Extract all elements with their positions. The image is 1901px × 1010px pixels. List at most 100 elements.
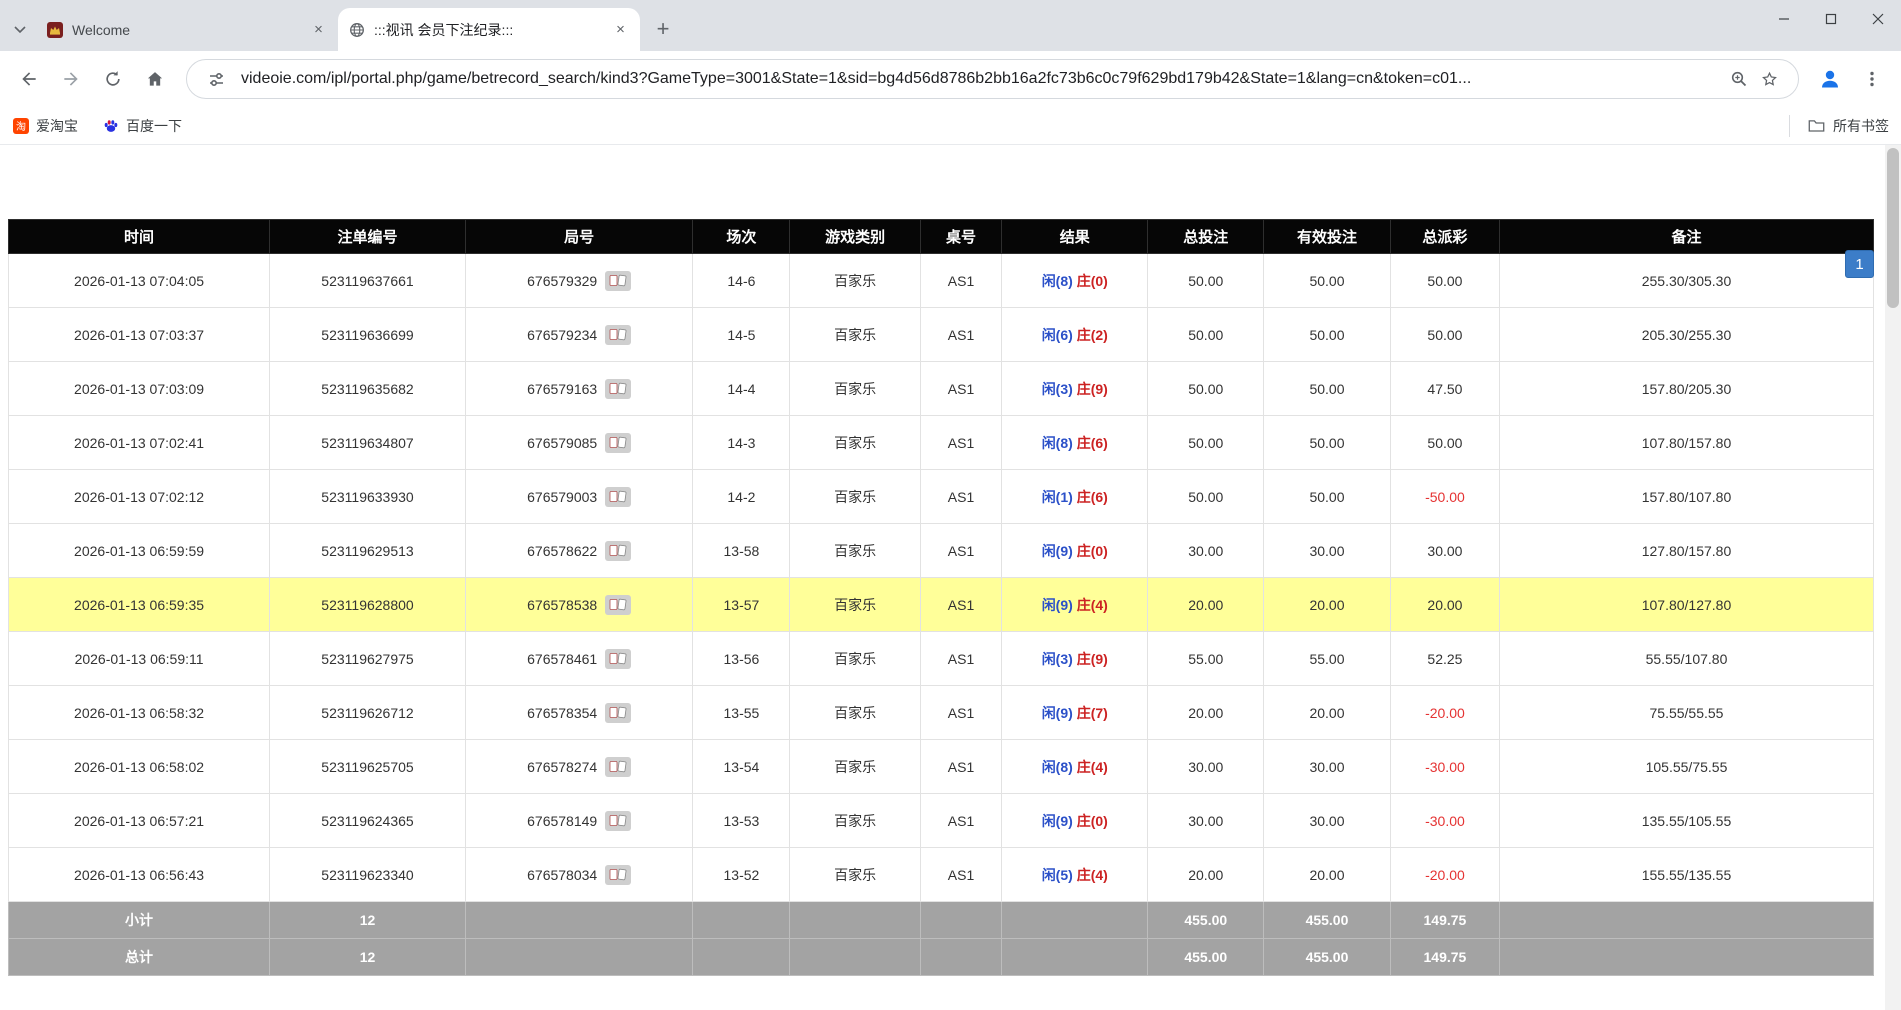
result-banker: 庄(9) (1077, 651, 1108, 667)
round-result-cards-icon[interactable] (605, 379, 631, 399)
bookmarks-bar: 淘 爱淘宝 百度一下 所有书签 (0, 107, 1901, 145)
cell-result: 闲(9) 庄(0) (1002, 524, 1148, 578)
round-result-cards-icon[interactable] (605, 703, 631, 723)
bookmark-label: 爱淘宝 (36, 116, 78, 136)
home-button[interactable] (134, 58, 176, 100)
cell-total-bet[interactable]: 50.00 (1148, 362, 1264, 416)
round-result-cards-icon[interactable] (605, 271, 631, 291)
minimize-button[interactable] (1760, 0, 1807, 38)
cell-total-bet[interactable]: 30.00 (1148, 794, 1264, 848)
tab-close-icon[interactable]: × (309, 20, 328, 39)
maximize-button[interactable] (1807, 0, 1854, 38)
cell-time: 2026-01-13 07:02:41 (9, 416, 270, 470)
cell-total-bet[interactable]: 50.00 (1148, 416, 1264, 470)
cell-table-no: AS1 (920, 632, 1001, 686)
cell-game-type: 百家乐 (790, 686, 921, 740)
cell-round: 676579003 (465, 470, 693, 524)
scrollbar-thumb[interactable] (1887, 148, 1899, 308)
cell-bet-id: 523119626712 (270, 686, 466, 740)
tab-close-icon[interactable]: × (611, 20, 630, 39)
back-button[interactable] (8, 58, 50, 100)
welcome-favicon-icon (46, 21, 64, 39)
cell-result: 闲(9) 庄(4) (1002, 578, 1148, 632)
round-result-cards-icon[interactable] (605, 433, 631, 453)
vertical-scrollbar[interactable] (1885, 145, 1901, 1010)
tab-bet-record[interactable]: :::视讯 会员下注纪录::: × (338, 8, 640, 51)
cell-payout: 50.00 (1390, 254, 1499, 308)
column-header: 有效投注 (1264, 220, 1391, 254)
round-result-cards-icon[interactable] (605, 811, 631, 831)
cell-total-bet[interactable]: 50.00 (1148, 308, 1264, 362)
bookmark-baidu[interactable]: 百度一下 (102, 116, 182, 136)
round-result-cards-icon[interactable] (605, 541, 631, 561)
tab-search-chevron-icon[interactable] (4, 8, 36, 51)
folder-icon (1808, 117, 1825, 134)
result-banker: 庄(4) (1077, 759, 1108, 775)
cell-total-bet[interactable]: 20.00 (1148, 578, 1264, 632)
round-result-cards-icon[interactable] (605, 757, 631, 777)
back-icon (19, 69, 39, 89)
url-text[interactable]: videoie.com/ipl/portal.php/game/betrecor… (241, 70, 1724, 88)
all-bookmarks-label: 所有书签 (1833, 116, 1889, 136)
table-row: 2026-01-13 07:03:37 523119636699 6765792… (9, 308, 1874, 362)
cell-game-type: 百家乐 (790, 632, 921, 686)
result-player: 闲(3) (1042, 381, 1073, 397)
cell-total-bet[interactable]: 20.00 (1148, 686, 1264, 740)
browser-menu-button[interactable] (1851, 58, 1893, 100)
refresh-button[interactable] (92, 58, 134, 100)
tab-bar: Welcome × :::视讯 会员下注纪录::: × + (0, 0, 1901, 51)
cell-remark: 135.55/105.55 (1499, 794, 1873, 848)
cell-valid-bet: 50.00 (1264, 470, 1391, 524)
subtotal-label: 小计 (9, 902, 270, 939)
cell-total-bet[interactable]: 55.00 (1148, 632, 1264, 686)
all-bookmarks[interactable]: 所有书签 (1789, 115, 1889, 137)
cell-round: 676579163 (465, 362, 693, 416)
profile-avatar[interactable] (1809, 58, 1851, 100)
cell-total-bet[interactable]: 50.00 (1148, 254, 1264, 308)
address-bar[interactable]: videoie.com/ipl/portal.php/game/betrecor… (186, 59, 1799, 99)
cell-total-bet[interactable]: 30.00 (1148, 524, 1264, 578)
result-player: 闲(9) (1042, 813, 1073, 829)
column-header: 备注 (1499, 220, 1873, 254)
cell-payout: -20.00 (1390, 686, 1499, 740)
site-controls-icon[interactable] (201, 64, 231, 94)
bookmark-star-icon[interactable] (1754, 64, 1784, 94)
round-result-cards-icon[interactable] (605, 649, 631, 669)
cell-table-no: AS1 (920, 524, 1001, 578)
result-player: 闲(9) (1042, 705, 1073, 721)
cell-time: 2026-01-13 07:04:05 (9, 254, 270, 308)
cell-total-bet[interactable]: 30.00 (1148, 740, 1264, 794)
cell-table-no: AS1 (920, 578, 1001, 632)
cell-remark: 255.30/305.30 (1499, 254, 1873, 308)
avatar-icon (1818, 67, 1842, 91)
round-result-cards-icon[interactable] (605, 865, 631, 885)
bookmark-taobao[interactable]: 淘 爱淘宝 (12, 116, 78, 136)
table-header-row: 时间注单编号局号场次游戏类别桌号结果总投注有效投注总派彩备注 (9, 220, 1874, 254)
forward-button[interactable] (50, 58, 92, 100)
forward-icon (61, 69, 81, 89)
new-tab-button[interactable]: + (648, 14, 678, 44)
cell-bet-id: 523119629513 (270, 524, 466, 578)
cell-game-type: 百家乐 (790, 740, 921, 794)
cell-bet-id: 523119623340 (270, 848, 466, 902)
cell-total-bet[interactable]: 20.00 (1148, 848, 1264, 902)
zoom-icon[interactable] (1724, 64, 1754, 94)
round-result-cards-icon[interactable] (605, 487, 631, 507)
round-result-cards-icon[interactable] (605, 595, 631, 615)
cell-time: 2026-01-13 07:03:09 (9, 362, 270, 416)
tab-welcome[interactable]: Welcome × (36, 8, 338, 51)
cell-valid-bet: 50.00 (1264, 254, 1391, 308)
cell-remark: 157.80/107.80 (1499, 470, 1873, 524)
close-button[interactable] (1854, 0, 1901, 38)
result-banker: 庄(4) (1077, 867, 1108, 883)
cell-round: 676578622 (465, 524, 693, 578)
cell-table-no: AS1 (920, 254, 1001, 308)
cell-total-bet[interactable]: 50.00 (1148, 470, 1264, 524)
cell-result: 闲(1) 庄(6) (1002, 470, 1148, 524)
cell-session: 13-52 (693, 848, 790, 902)
column-header: 场次 (693, 220, 790, 254)
round-result-cards-icon[interactable] (605, 325, 631, 345)
pagination-page-1-top[interactable]: 1 (1845, 250, 1874, 278)
round-number: 676578034 (527, 867, 597, 883)
result-banker: 庄(0) (1077, 813, 1108, 829)
